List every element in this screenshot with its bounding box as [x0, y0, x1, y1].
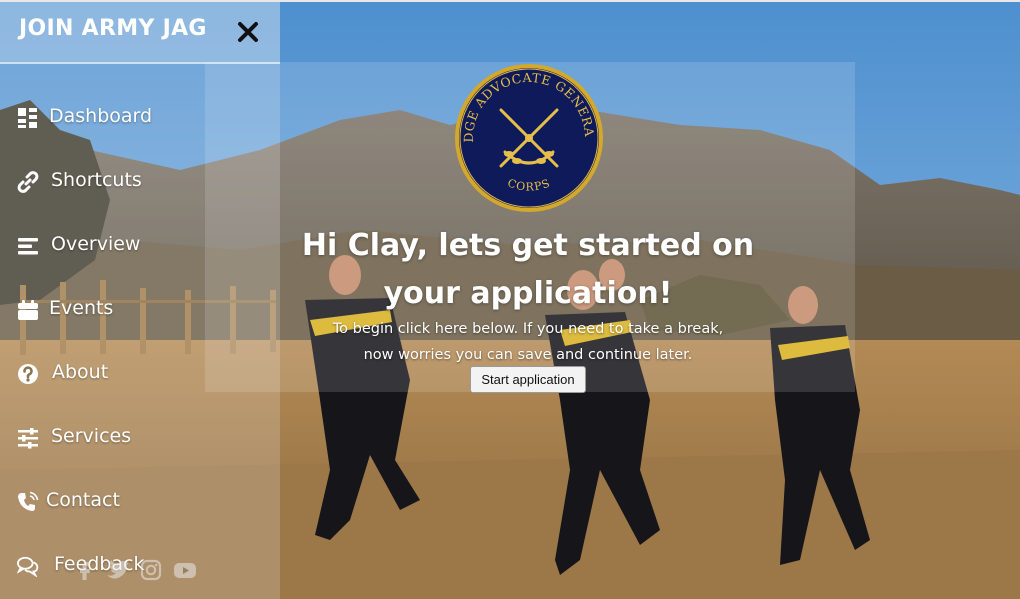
instagram-icon[interactable]	[138, 558, 164, 582]
nav-label-shortcuts: Shortcuts	[51, 169, 142, 191]
facebook-icon[interactable]	[72, 558, 98, 582]
nav-label-about: About	[52, 361, 109, 383]
list-icon	[18, 238, 38, 255]
brand-title: JOIN ARMY JAG	[19, 16, 207, 41]
link-icon	[17, 171, 39, 193]
drawer-header: JOIN ARMY JAG	[0, 2, 280, 64]
hero-subtitle-line1: To begin click here below. If you need t…	[332, 321, 724, 337]
hero-subtitle-line2: now worries you can save and continue la…	[363, 347, 693, 363]
start-application-button[interactable]: Start application	[470, 366, 586, 393]
hero-title-line2: your application!	[383, 276, 673, 311]
grid-icon	[18, 108, 37, 128]
nav-item-shortcuts[interactable]: Shortcuts	[0, 160, 280, 204]
nav-label-overview: Overview	[51, 233, 141, 255]
nav-item-services[interactable]: Services	[0, 416, 280, 460]
nav-item-overview[interactable]: Overview	[0, 224, 280, 268]
nav-item-about[interactable]: About	[0, 352, 280, 396]
calendar-icon	[18, 300, 38, 320]
hero-title: Hi Clay, lets get started on your applic…	[300, 222, 756, 318]
hero-subtitle: To begin click here below. If you need t…	[300, 316, 756, 368]
close-drawer-button[interactable]	[234, 18, 262, 46]
question-icon	[18, 364, 38, 384]
nav-label-dashboard: Dashboard	[49, 105, 153, 127]
nav-label-feedback: Feedback	[54, 553, 145, 575]
nav-label-contact: Contact	[46, 489, 120, 511]
comments-icon	[17, 556, 39, 577]
youtube-icon[interactable]	[172, 558, 198, 582]
hero-title-line1: Hi Clay, lets get started on	[301, 228, 755, 263]
nav-item-contact[interactable]: Contact	[0, 480, 280, 524]
twitter-icon[interactable]	[104, 558, 130, 582]
close-icon	[238, 22, 258, 42]
nav-label-events: Events	[49, 297, 114, 319]
nav-item-events[interactable]: Events	[0, 288, 280, 332]
nav-label-services: Services	[51, 425, 132, 447]
nav-item-dashboard[interactable]: Dashboard	[0, 96, 280, 140]
sliders-icon	[18, 428, 38, 449]
phone-icon	[18, 491, 39, 511]
jag-corps-logo: JUDGE ADVOCATE GENERAL'S CORPS	[453, 62, 603, 212]
app-window: JUDGE ADVOCATE GENERAL'S CORPS Hi Clay, …	[0, 0, 1020, 599]
nav-drawer: JOIN ARMY JAG Dashboard Shortcuts Overvi…	[0, 2, 280, 599]
